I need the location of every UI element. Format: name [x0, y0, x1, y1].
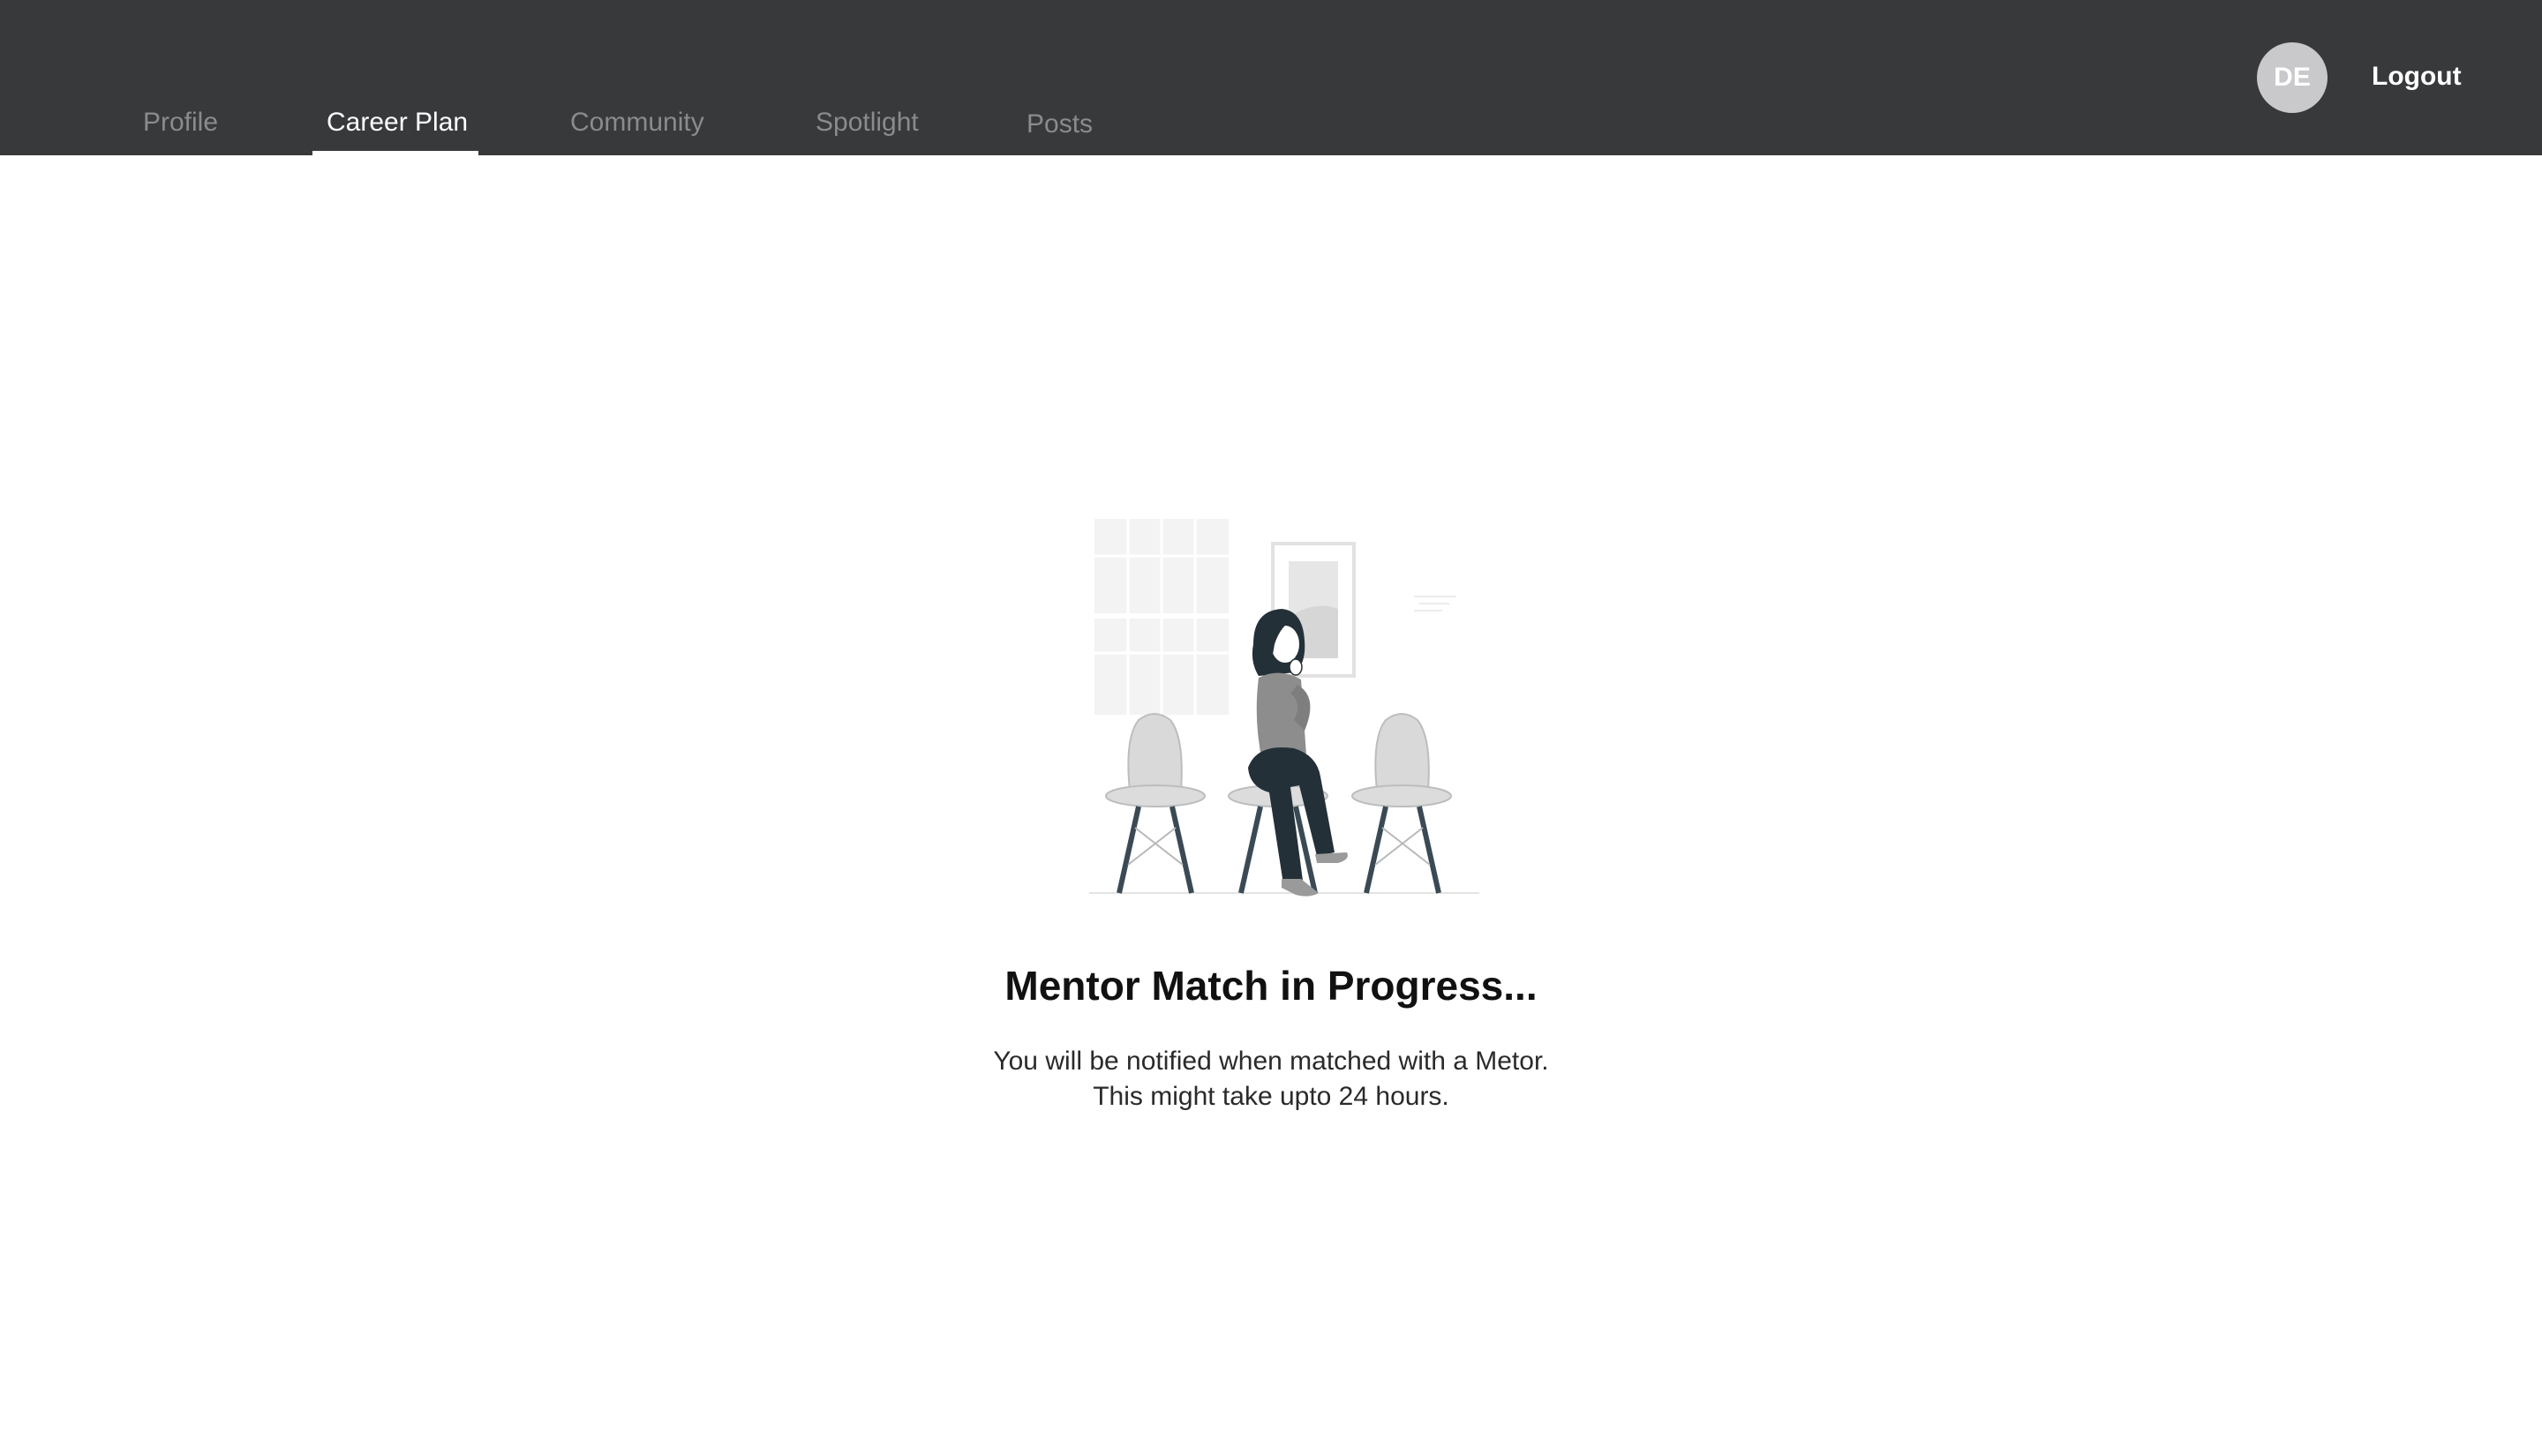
right-chair-shape: [1351, 713, 1452, 894]
top-navigation-bar: Profile Career Plan Community Spotlight …: [0, 0, 2542, 155]
status-message-line-2: This might take upto 24 hours.: [1093, 1082, 1449, 1111]
tab-spotlight[interactable]: Spotlight: [816, 108, 919, 138]
tab-posts[interactable]: Posts: [1027, 109, 1093, 139]
waiting-room-illustration: [1089, 519, 1479, 897]
tab-career-plan[interactable]: Career Plan: [327, 108, 468, 138]
page-title: Mentor Match in Progress...: [1004, 963, 1538, 1009]
tab-community[interactable]: Community: [570, 108, 704, 138]
logout-button[interactable]: Logout: [2372, 62, 2462, 92]
tab-profile[interactable]: Profile: [143, 108, 218, 138]
main-nav: Profile Career Plan Community Spotlight …: [0, 0, 1236, 155]
active-tab-indicator: [312, 151, 478, 155]
status-message-line-1: You will be notified when matched with a…: [993, 1047, 1549, 1076]
avatar[interactable]: DE: [2257, 42, 2328, 113]
left-chair-shape: [1105, 713, 1206, 894]
window-shape: [1094, 519, 1229, 715]
